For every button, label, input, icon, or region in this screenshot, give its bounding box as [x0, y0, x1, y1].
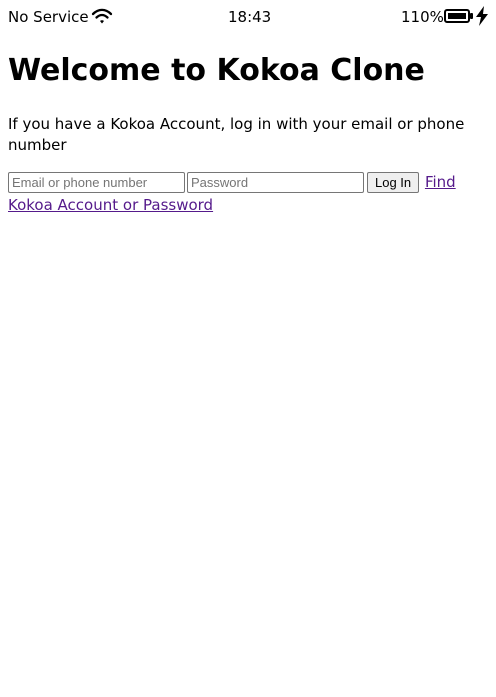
password-field[interactable]: [187, 172, 364, 193]
wifi-icon: [91, 8, 113, 24]
charging-bolt-icon: [476, 6, 488, 26]
login-button[interactable]: Log In: [367, 172, 420, 193]
login-form: Log In Find Kokoa Account or Password: [8, 171, 478, 217]
status-bar: No Service 18:43 110%: [0, 0, 496, 34]
clock-time: 18:43: [228, 8, 272, 26]
battery-percentage: 110%: [401, 8, 444, 26]
login-instructions: If you have a Kokoa Account, log in with…: [8, 115, 465, 154]
battery-full-icon: [444, 9, 473, 23]
page-title: Welcome to Kokoa Clone: [8, 53, 425, 88]
email-field[interactable]: [8, 172, 185, 193]
carrier-label: No Service: [8, 8, 89, 26]
